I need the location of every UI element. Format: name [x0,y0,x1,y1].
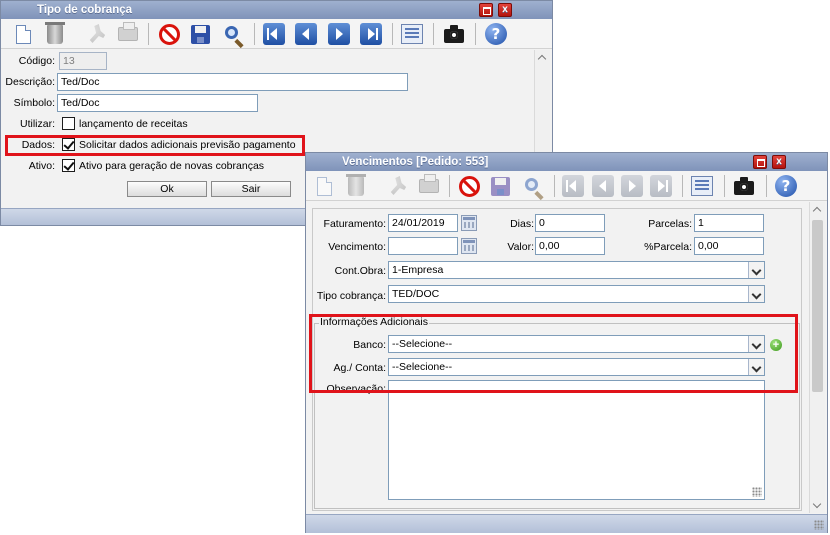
window1-toolbar: ? [1,19,552,49]
ativo-checkbox[interactable] [62,159,75,172]
observacao-textarea[interactable] [388,380,765,500]
window2-titlebar[interactable]: Vencimentos [Pedido: 553] x [306,153,827,171]
vencimento-field[interactable] [388,237,458,255]
window-vencimentos: Vencimentos [Pedido: 553] x ? Faturament… [305,152,828,533]
next-icon[interactable] [327,22,351,46]
descricao-label: Descrição: [5,76,55,88]
previous-icon[interactable] [294,22,318,46]
ok-button[interactable]: Ok [127,181,207,197]
scroll-down-arrow[interactable] [810,497,826,513]
codigo-field[interactable]: 13 [59,52,107,70]
window2-toolbar: ? [306,171,827,201]
chevron-down-icon[interactable] [748,262,764,278]
calendar-icon[interactable] [461,215,477,231]
dias-label: Dias: [510,218,534,230]
new-icon[interactable] [11,22,35,46]
dias-field[interactable]: 0 [535,214,605,232]
camera-icon[interactable] [732,174,756,198]
utilizar-label: Utilizar: [19,118,55,130]
scroll-up-arrow[interactable] [810,202,826,218]
help-icon[interactable]: ? [774,174,798,198]
cont-obra-label: Cont.Obra: [334,265,386,277]
maximize-button[interactable] [479,3,493,17]
tools-icon[interactable] [386,174,410,198]
window2-statusbar [306,514,827,533]
last-icon[interactable] [649,174,673,198]
window-resize-grip[interactable] [814,520,824,530]
close-button[interactable]: x [772,155,786,169]
utilizar-checkbox[interactable] [62,117,75,130]
faturamento-field[interactable]: 24/01/2019 [388,214,458,232]
window1-titlebar[interactable]: Tipo de cobrança x [1,1,552,19]
cont-obra-select[interactable]: 1-Empresa [388,261,765,279]
camera-icon[interactable] [442,22,466,46]
report-icon[interactable] [400,22,424,46]
valor-field[interactable]: 0,00 [535,237,605,255]
delete-icon[interactable] [344,173,368,198]
ativo-option-label: Ativo para geração de novas cobranças [79,160,265,172]
maximize-button[interactable] [753,155,767,169]
codigo-label: Código: [18,55,55,67]
cancel-icon[interactable] [157,22,181,46]
simbolo-field[interactable]: Ted/Doc [57,94,258,112]
first-icon[interactable] [561,174,585,198]
new-icon[interactable] [312,174,336,198]
window2-scrollbar[interactable] [809,202,825,513]
ativo-label: Ativo: [28,160,55,172]
textarea-resize-grip[interactable] [752,487,762,497]
highlight-box-informacoes [309,314,798,393]
window1-title: Tipo de cobrança [37,4,133,16]
print-icon[interactable] [417,174,441,198]
parcelas-label: Parcelas: [648,218,692,230]
faturamento-label: Faturamento: [323,218,386,230]
simbolo-label: Símbolo: [13,97,55,109]
save-icon[interactable] [188,22,212,46]
save-icon[interactable] [488,174,512,198]
utilizar-option-label: lançamento de receitas [79,118,188,130]
close-button[interactable]: x [498,3,512,17]
search-icon[interactable] [221,22,245,46]
delete-icon[interactable] [43,21,67,46]
chevron-down-icon[interactable] [748,286,764,302]
scroll-thumb[interactable] [812,220,823,392]
highlight-box-dados [5,135,305,156]
sair-button[interactable]: Sair [211,181,291,197]
cancel-icon[interactable] [457,174,481,198]
scroll-up-arrow[interactable] [535,50,551,66]
next-icon[interactable] [620,174,644,198]
descricao-field[interactable]: Ted/Doc [57,73,408,91]
pct-parcela-field[interactable]: 0,00 [694,237,764,255]
tipo-cobranca-value: TED/DOC [392,288,440,300]
pct-parcela-label: %Parcela: [644,241,692,253]
last-icon[interactable] [359,22,383,46]
previous-icon[interactable] [591,174,615,198]
window2-title: Vencimentos [Pedido: 553] [342,156,489,168]
parcelas-field[interactable]: 1 [694,214,764,232]
print-icon[interactable] [116,22,140,46]
tipo-cobranca-select[interactable]: TED/DOC [388,285,765,303]
tools-icon[interactable] [85,22,109,46]
help-icon[interactable]: ? [484,22,508,46]
first-icon[interactable] [262,22,286,46]
search-icon[interactable] [521,174,545,198]
calendar-icon[interactable] [461,238,477,254]
valor-label: Valor: [507,241,534,253]
vencimento-label: Vencimento: [328,241,386,253]
cont-obra-value: 1-Empresa [392,264,444,276]
tipo-cobranca-label: Tipo cobrança: [316,290,386,302]
report-icon[interactable] [690,174,714,198]
